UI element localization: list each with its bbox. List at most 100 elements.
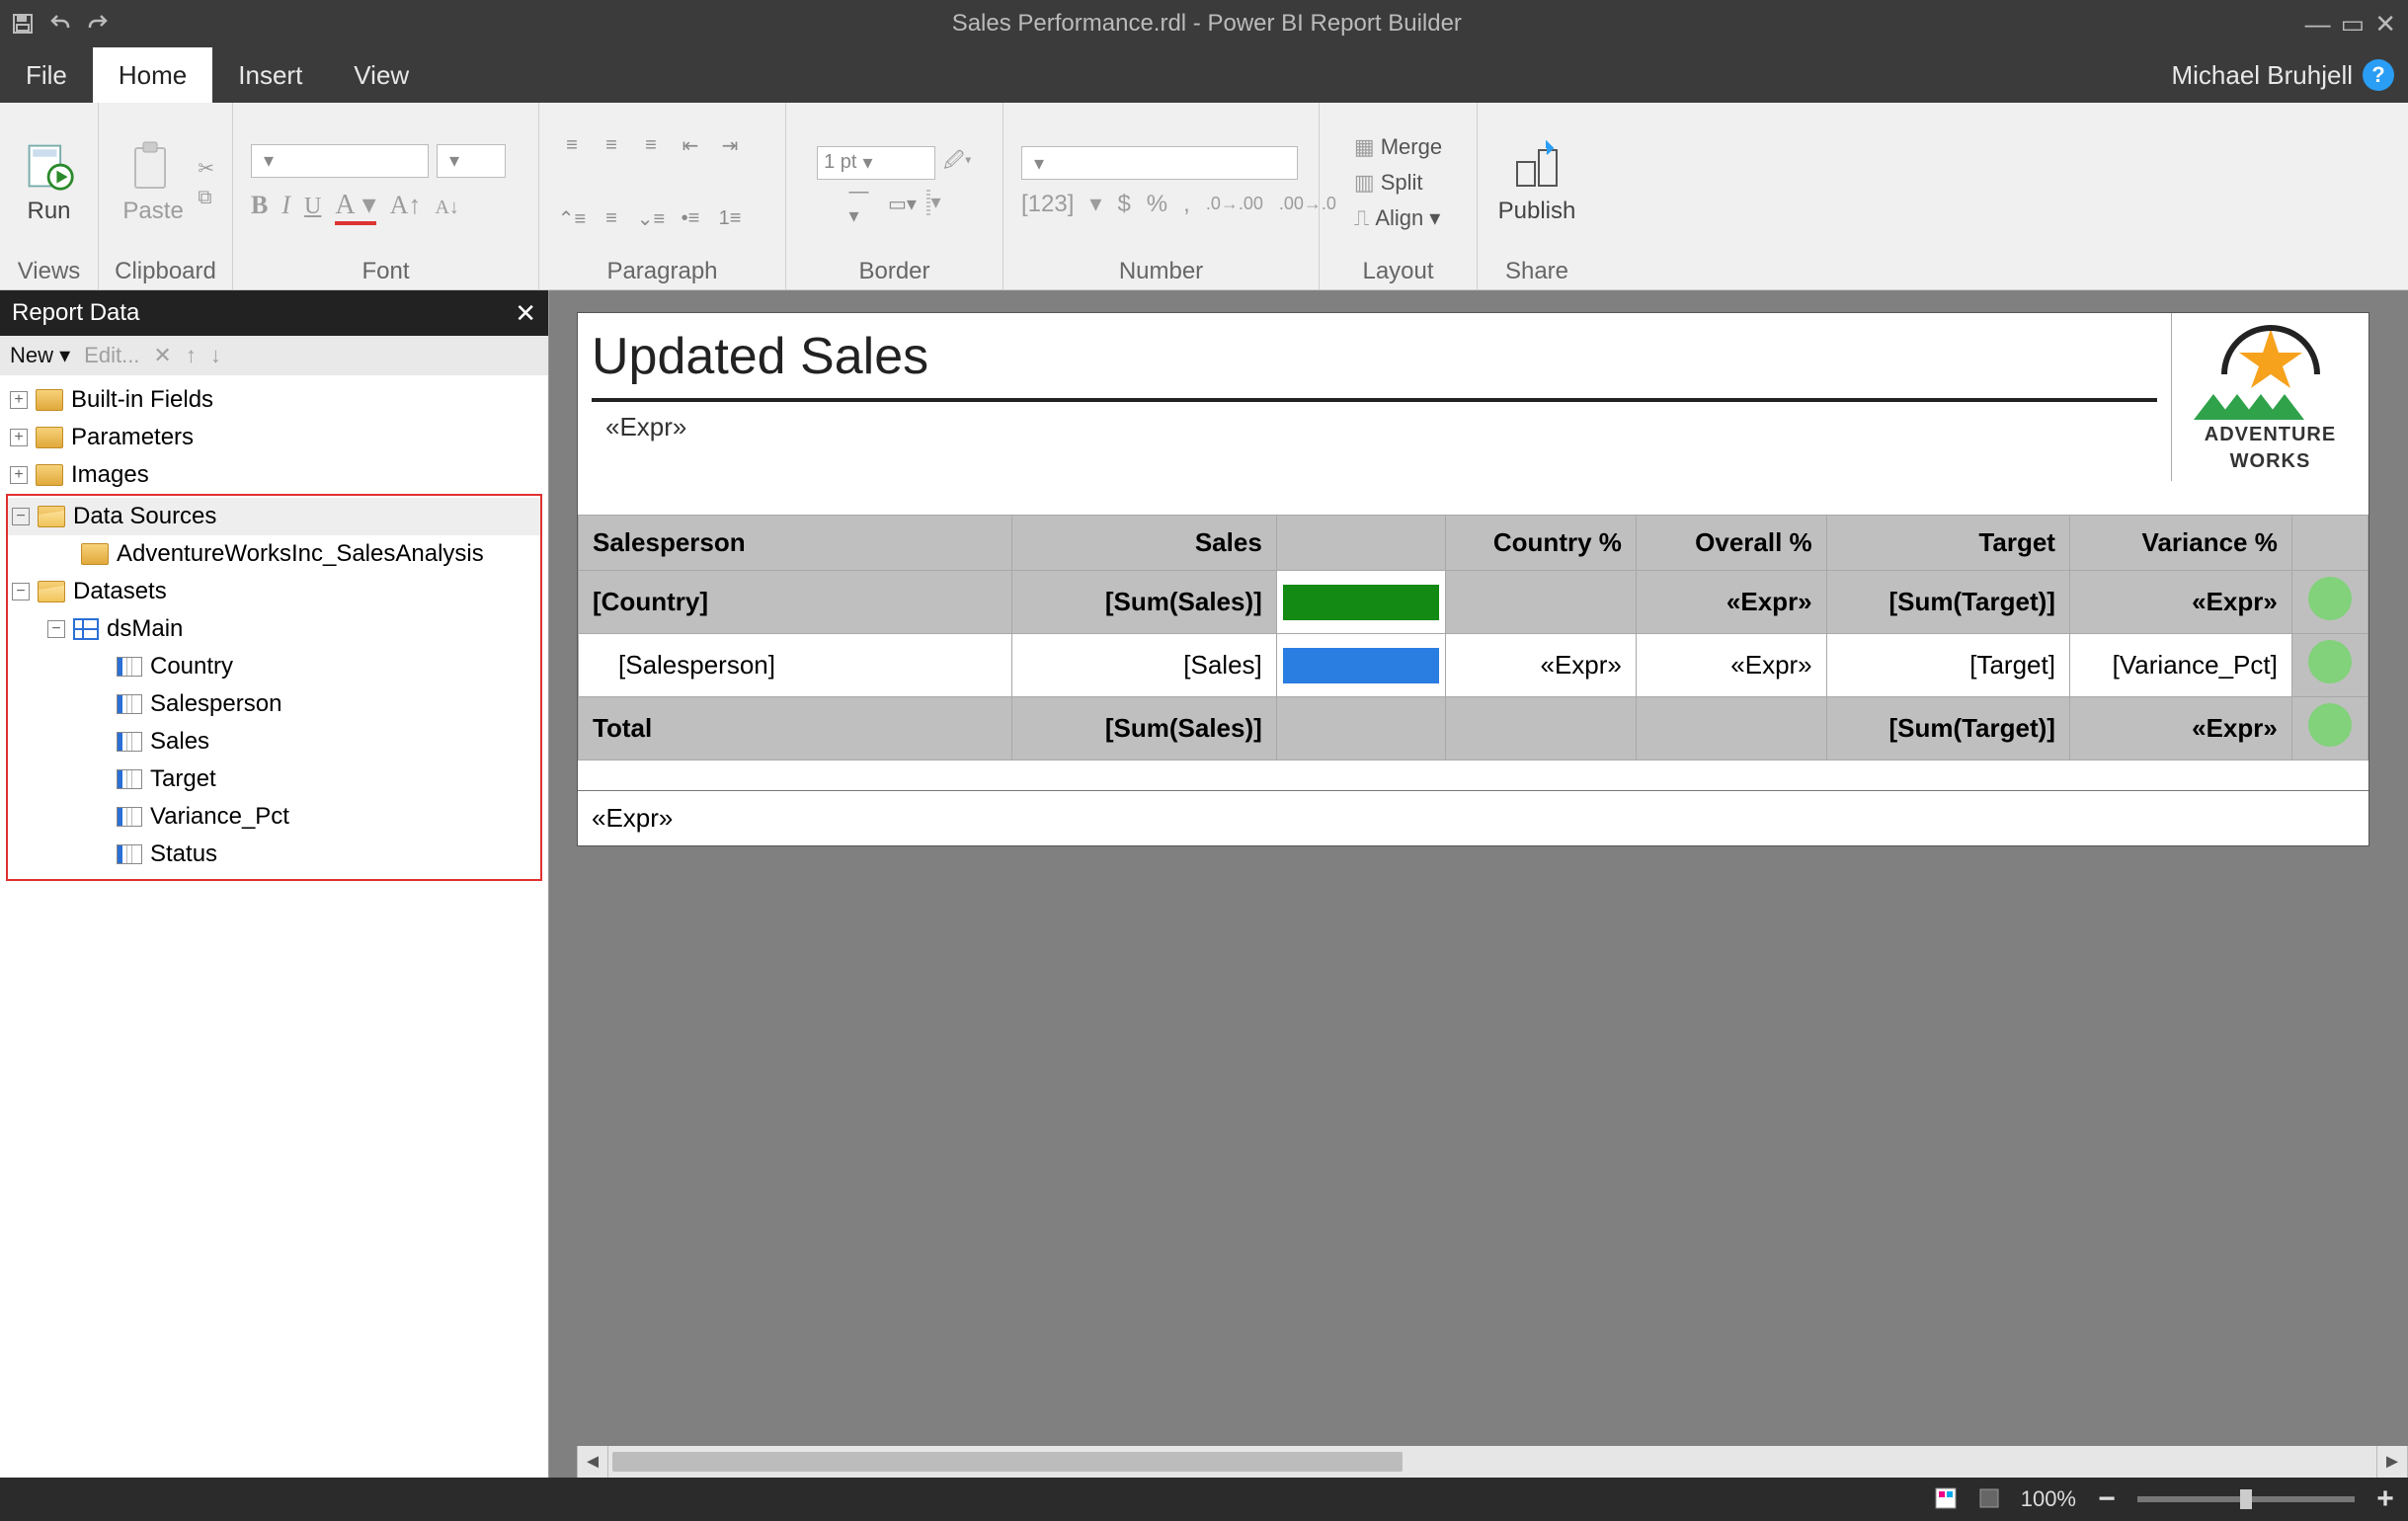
panel-close-icon[interactable]: ✕	[515, 298, 536, 329]
col-overallpct[interactable]: Overall %	[1636, 516, 1826, 571]
scroll-thumb[interactable]	[612, 1452, 1403, 1472]
align-middle-icon[interactable]: ≡	[597, 203, 626, 233]
currency-icon[interactable]: $	[1117, 191, 1130, 218]
run-button[interactable]: Run	[18, 140, 80, 225]
cell[interactable]	[1636, 697, 1826, 760]
border-style-icon[interactable]: —▾	[847, 190, 877, 219]
font-size-dropdown[interactable]: ▾	[437, 144, 506, 178]
tab-view[interactable]: View	[328, 47, 435, 103]
thousands-icon[interactable]: ,	[1183, 191, 1190, 218]
bullets-icon[interactable]: •≡	[676, 203, 705, 233]
tree-dsmain[interactable]: −dsMain	[8, 610, 540, 648]
zoom-slider[interactable]	[2137, 1496, 2355, 1502]
cell[interactable]: [Salesperson]	[579, 634, 1012, 697]
cell[interactable]: «Expr»	[1636, 634, 1826, 697]
align-bottom-icon[interactable]: ⌄≡	[636, 203, 666, 233]
cell[interactable]: [Sales]	[1012, 634, 1277, 697]
maximize-icon[interactable]: ▭	[2341, 9, 2366, 40]
font-family-dropdown[interactable]: ▾	[251, 144, 429, 178]
tree-field[interactable]: Country	[8, 648, 540, 685]
tree-datasource-item[interactable]: AdventureWorksInc_SalesAnalysis	[8, 535, 540, 573]
redo-icon[interactable]	[83, 9, 113, 39]
footer-expr[interactable]: «Expr»	[578, 790, 2368, 845]
cell[interactable]: «Expr»	[2069, 571, 2291, 634]
col-sales[interactable]: Sales	[1012, 516, 1277, 571]
cell[interactable]: [Country]	[579, 571, 1012, 634]
panel-delete-icon[interactable]: ✕	[153, 343, 171, 368]
col-indicator[interactable]	[2291, 516, 2368, 571]
tree-field[interactable]: Status	[8, 836, 540, 873]
cell[interactable]: «Expr»	[1636, 571, 1826, 634]
cell[interactable]: [Variance_Pct]	[2069, 634, 2291, 697]
italic-button[interactable]: I	[281, 191, 290, 220]
merge-button[interactable]: ▦ Merge	[1354, 134, 1442, 160]
tree-datasources[interactable]: −Data Sources	[8, 498, 540, 535]
fill-color-icon[interactable]: ▭▾	[887, 190, 917, 219]
decrease-indent-icon[interactable]: ⇤	[676, 131, 705, 161]
help-icon[interactable]: ?	[2363, 59, 2394, 91]
panel-new-button[interactable]: New ▾	[10, 343, 70, 368]
tree-field[interactable]: Salesperson	[8, 685, 540, 723]
panel-edit-button[interactable]: Edit...	[84, 343, 139, 368]
databar-cell[interactable]	[1276, 634, 1445, 697]
increase-indent-icon[interactable]: ⇥	[715, 131, 745, 161]
col-salesperson[interactable]: Salesperson	[579, 516, 1012, 571]
publish-button[interactable]: Publish	[1498, 140, 1575, 225]
panel-movedown-icon[interactable]: ↓	[210, 343, 221, 368]
cell[interactable]	[1446, 571, 1637, 634]
tree-datasets[interactable]: −Datasets	[8, 573, 540, 610]
align-center-icon[interactable]: ≡	[597, 131, 626, 161]
border-width-dropdown[interactable]: 1 pt▾	[817, 146, 935, 180]
align-right-icon[interactable]: ≡	[636, 131, 666, 161]
number-format-dropdown[interactable]: ▾	[1021, 146, 1298, 180]
cell[interactable]: [Sum(Sales)]	[1012, 571, 1277, 634]
increase-decimal-icon[interactable]: .0→.00	[1206, 194, 1263, 214]
tree-field[interactable]: Variance_Pct	[8, 798, 540, 836]
align-button[interactable]: ⎍ Align ▾	[1354, 205, 1442, 231]
bold-button[interactable]: B	[251, 191, 268, 220]
border-preset-icon[interactable]: ▾	[926, 190, 940, 219]
report-canvas[interactable]: Updated Sales «Expr» ADVENTURE WO	[577, 312, 2369, 846]
horizontal-scrollbar[interactable]: ◄ ►	[577, 1446, 2408, 1478]
cell[interactable]: Total	[579, 697, 1012, 760]
col-countrypct[interactable]: Country %	[1446, 516, 1637, 571]
indicator-cell[interactable]	[2291, 634, 2368, 697]
border-color-icon[interactable]: 🖉▾	[943, 146, 972, 180]
tab-insert[interactable]: Insert	[212, 47, 328, 103]
tree-builtin[interactable]: +Built-in Fields	[6, 381, 542, 419]
font-color-button[interactable]: A ▾	[335, 188, 375, 221]
col-variancepct[interactable]: Variance %	[2069, 516, 2291, 571]
preview-view-icon[interactable]	[1977, 1486, 2003, 1512]
split-button[interactable]: ▥ Split	[1354, 170, 1442, 196]
undo-icon[interactable]	[45, 9, 75, 39]
panel-moveup-icon[interactable]: ↑	[186, 343, 197, 368]
tab-file[interactable]: File	[0, 47, 93, 103]
logo-image[interactable]: ADVENTURE WORKS	[2171, 313, 2368, 481]
zoom-in-button[interactable]: +	[2372, 1482, 2398, 1516]
numbering-icon[interactable]: 1≡	[715, 203, 745, 233]
align-left-icon[interactable]: ≡	[557, 131, 587, 161]
cell[interactable]: «Expr»	[2069, 697, 2291, 760]
report-title[interactable]: Updated Sales	[592, 323, 2157, 396]
col-target[interactable]: Target	[1826, 516, 2069, 571]
percent-icon[interactable]: %	[1147, 191, 1167, 218]
tree-field[interactable]: Sales	[8, 723, 540, 760]
cell[interactable]: [Sum(Target)]	[1826, 697, 2069, 760]
placeholder-style-icon[interactable]: [123]	[1021, 191, 1074, 218]
subtitle-expr[interactable]: «Expr»	[592, 402, 2157, 452]
zoom-out-button[interactable]: −	[2094, 1482, 2120, 1516]
minimize-icon[interactable]: —	[2305, 9, 2331, 40]
tab-home[interactable]: Home	[93, 47, 212, 103]
save-icon[interactable]	[8, 9, 38, 39]
cell[interactable]: [Target]	[1826, 634, 2069, 697]
scroll-left-icon[interactable]: ◄	[577, 1446, 608, 1478]
cell[interactable]	[1276, 697, 1445, 760]
align-top-icon[interactable]: ⌃≡	[557, 203, 587, 233]
col-databar[interactable]	[1276, 516, 1445, 571]
design-surface[interactable]: Updated Sales «Expr» ADVENTURE WO	[549, 290, 2408, 1478]
tablix[interactable]: Salesperson Sales Country % Overall % Ta…	[578, 515, 2368, 760]
shrink-font-button[interactable]: A↓	[435, 197, 458, 219]
cell[interactable]: «Expr»	[1446, 634, 1637, 697]
databar-cell[interactable]	[1276, 571, 1445, 634]
grow-font-button[interactable]: A↑	[390, 191, 422, 220]
